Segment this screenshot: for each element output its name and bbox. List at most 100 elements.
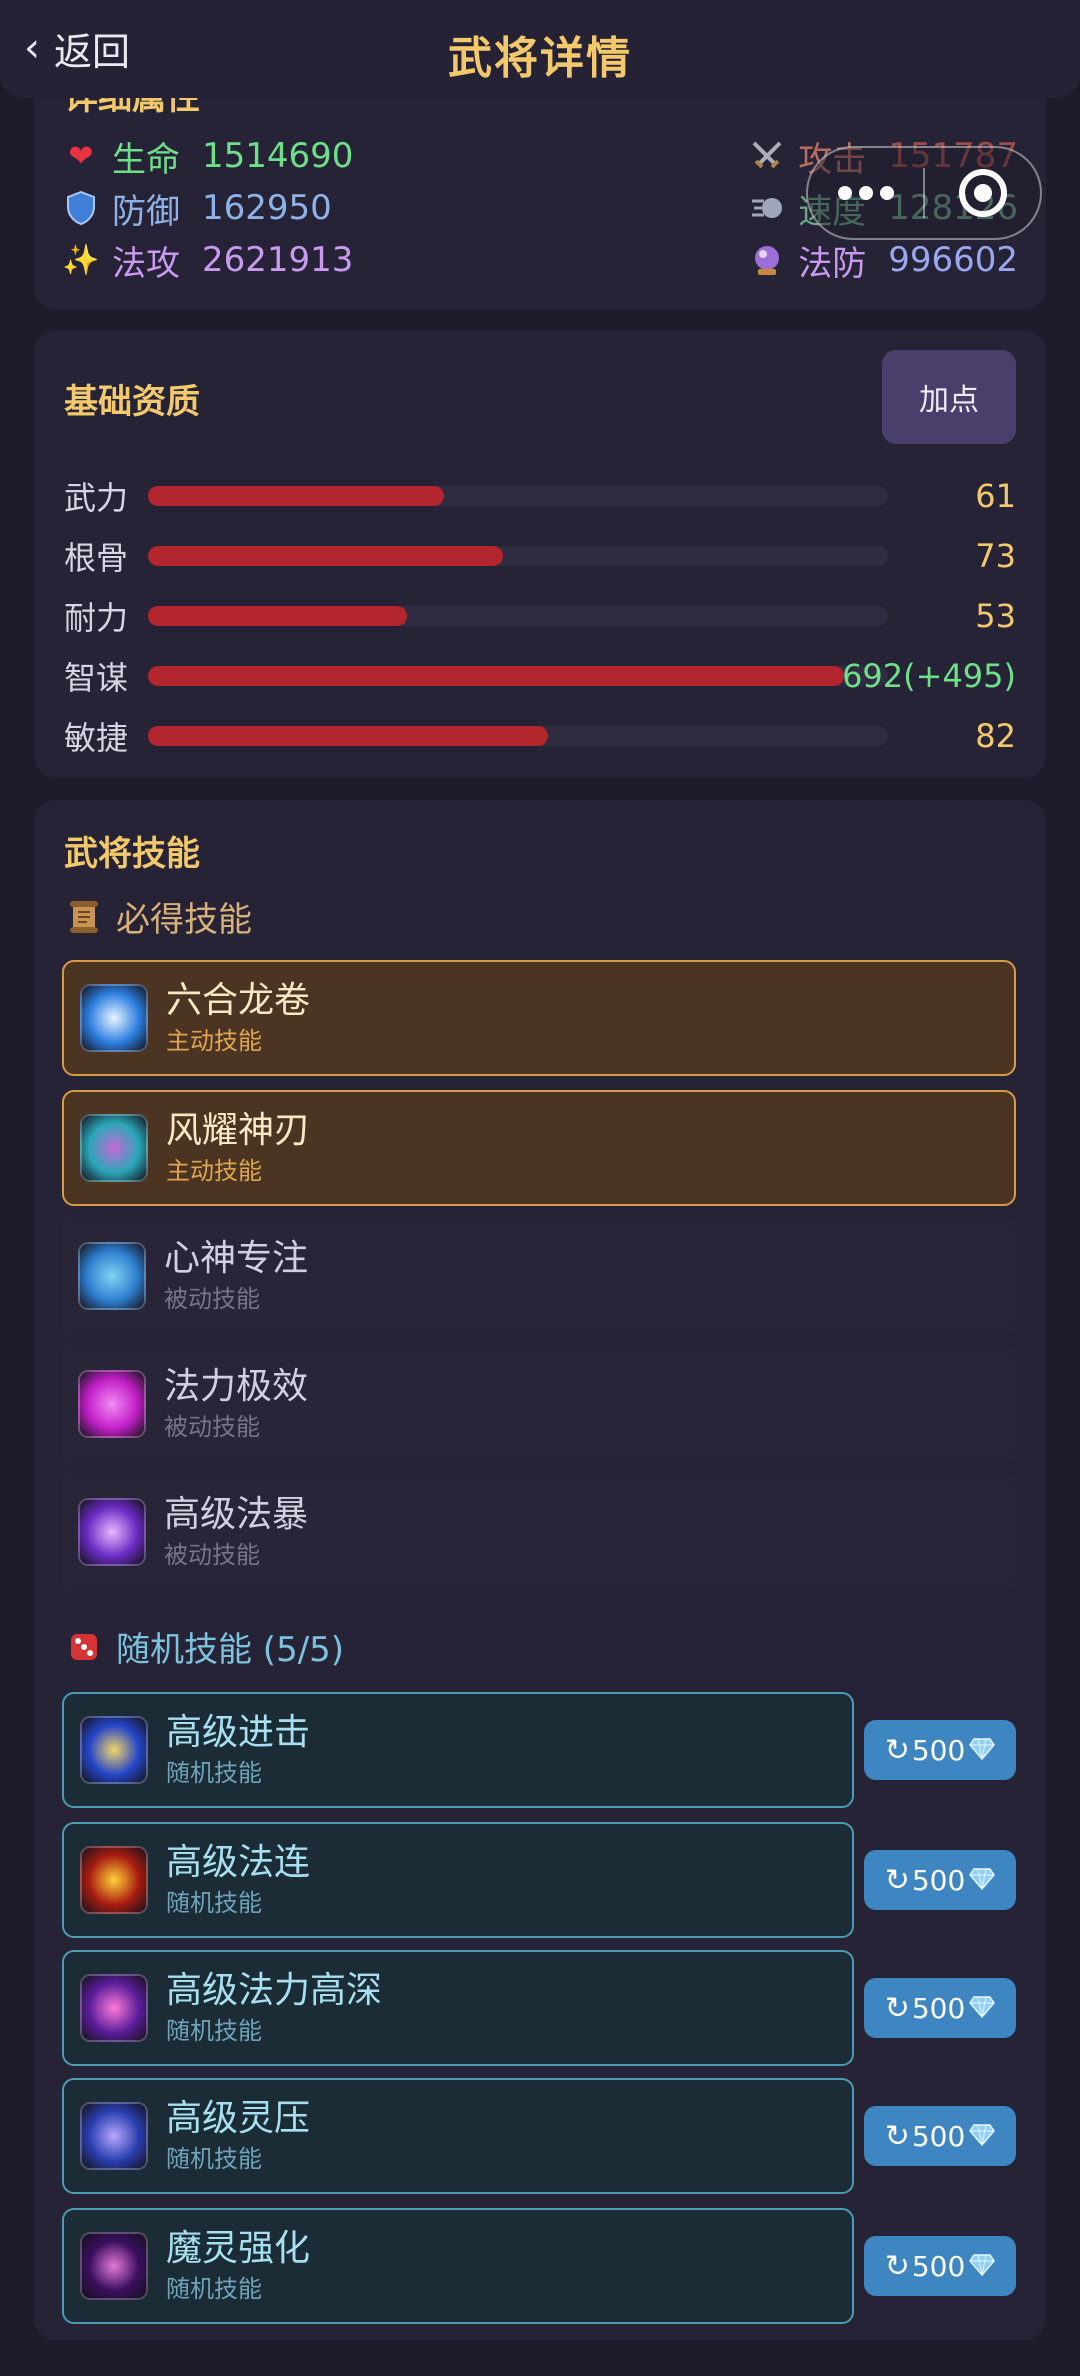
tornado-blade-icon (80, 1114, 148, 1182)
stat-name: 敏捷 (64, 719, 129, 757)
stat-value: 82 (975, 717, 1016, 755)
skill-row-must[interactable]: 风耀神刃 主动技能 (62, 1090, 1016, 1206)
skill-row-random[interactable]: 高级法连 随机技能 (62, 1822, 854, 1938)
skill-row-random[interactable]: 高级灵压 随机技能 (62, 2078, 854, 2194)
stat-row: 根骨 73 (64, 532, 1016, 580)
attr-magic-attack: ✨ 法攻 2621913 (62, 236, 353, 284)
skill-name: 魔灵强化 (166, 2228, 311, 2269)
skill-type: 随机技能 (166, 1889, 262, 1917)
crossed-swords-icon (748, 137, 786, 175)
diamond-icon (969, 2250, 996, 2283)
vortex-icon (80, 984, 148, 1052)
skill-row-random[interactable]: 高级法力高深 随机技能 (62, 1950, 854, 2066)
skill-name: 高级进击 (166, 1712, 311, 1753)
stat-value: 692(+495) (842, 657, 1016, 695)
attr-magic-defense: 法防 996602 (748, 236, 1018, 284)
stat-bar-track (148, 486, 888, 506)
stat-bar-fill (148, 486, 444, 506)
refresh-icon: ↻ (884, 2248, 910, 2284)
heart-icon: ❤ (68, 138, 94, 174)
more-dots-icon (837, 186, 852, 200)
skills-title: 武将技能 (64, 834, 200, 874)
skill-row-random[interactable]: 高级进击 随机技能 (62, 1692, 854, 1808)
stat-bar-fill (148, 546, 504, 566)
attr-label: 法防 (798, 243, 867, 284)
refresh-skill-button[interactable]: ↻ 500 (864, 2106, 1016, 2166)
refresh-skill-button[interactable]: ↻ 500 (864, 2236, 1016, 2296)
stat-value: 53 (975, 597, 1016, 635)
skill-texts: 高级法暴 被动技能 (164, 1492, 308, 1572)
stat-bar-track (148, 606, 888, 626)
page: ‹ 返回 武将详情 详细属性 ❤ 生命 1514690 防御 162950 ✨ … (0, 0, 1080, 2376)
refresh-skill-button[interactable]: ↻ 500 (864, 1720, 1016, 1780)
stat-bar-track (148, 666, 888, 686)
skill-texts: 高级进击 随机技能 (166, 1710, 310, 1790)
miniprogram-capsule (806, 146, 1042, 240)
refresh-cost: 500 (911, 1733, 966, 1767)
stat-bar-fill (148, 606, 407, 626)
add-points-button[interactable]: 加点 (882, 350, 1016, 444)
skill-type: 被动技能 (164, 1541, 260, 1569)
skill-row-passive[interactable]: 高级法暴 被动技能 (62, 1474, 1016, 1590)
skill-row-passive[interactable]: 法力极效 被动技能 (62, 1346, 1016, 1462)
fire-streak-icon (80, 1846, 148, 1914)
attr-label: 法攻 (112, 243, 180, 284)
refresh-icon: ↻ (884, 1990, 910, 2026)
refresh-cost: 500 (911, 2119, 966, 2153)
more-button[interactable] (808, 186, 923, 200)
dice-icon (64, 1627, 104, 1667)
more-dot (879, 186, 894, 200)
stat-bar-fill (148, 726, 548, 746)
refresh-cost: 500 (911, 1863, 966, 1897)
stat-row: 智谋 692(+495) (64, 652, 1016, 700)
skills-card: 武将技能 必得技能 六合龙卷 主动技能 风耀神刃 主动技能 心神专注 被动技能 法力极效 被动… (34, 800, 1046, 2340)
close-miniprogram-button[interactable] (925, 169, 1040, 217)
skill-row-random[interactable]: 魔灵强化 随机技能 (62, 2208, 854, 2324)
skill-type: 主动技能 (166, 1157, 262, 1185)
skill-row-passive[interactable]: 心神专注 被动技能 (62, 1218, 1016, 1334)
skill-texts: 高级法力高深 随机技能 (166, 1968, 382, 2048)
diamond-icon (969, 1992, 996, 2025)
page-title: 武将详情 (448, 33, 632, 84)
glowing-book-icon (80, 1974, 148, 2042)
attr-value: 162950 (202, 188, 332, 228)
dash-strike-icon (80, 1716, 148, 1784)
skill-texts: 法力极效 被动技能 (164, 1364, 308, 1444)
meditating-face-icon (78, 1242, 146, 1310)
refresh-skill-button[interactable]: ↻ 500 (864, 1978, 1016, 2038)
skill-type: 随机技能 (166, 2145, 262, 2173)
skill-name: 心神专注 (164, 1238, 309, 1279)
stat-bar-fill (148, 666, 844, 686)
skill-name: 法力极效 (164, 1366, 309, 1407)
skill-texts: 心神专注 被动技能 (164, 1236, 308, 1316)
crystal-ball-icon (748, 241, 786, 279)
stat-bar-track (148, 546, 888, 566)
spirit-beast-icon (80, 2102, 148, 2170)
refresh-skill-button[interactable]: ↻ 500 (864, 1850, 1016, 1910)
attr-value: 2621913 (202, 240, 354, 280)
shield-icon (62, 189, 100, 227)
diamond-icon (969, 1864, 996, 1897)
stat-row: 耐力 53 (64, 592, 1016, 640)
base-stats-card: 基础资质 加点 武力 61 根骨 73 耐力 53 智谋 692(+495) 敏捷 82 (34, 330, 1046, 778)
stat-name: 智谋 (64, 659, 129, 697)
demon-eye-icon (80, 2232, 148, 2300)
skill-texts: 六合龙卷 主动技能 (166, 978, 310, 1058)
refresh-icon: ↻ (884, 1862, 910, 1898)
skill-type: 主动技能 (166, 1027, 262, 1055)
diamond-icon (969, 2120, 996, 2153)
target-icon (958, 169, 1007, 217)
skill-texts: 风耀神刃 主动技能 (166, 1108, 310, 1188)
base-stats-title: 基础资质 (64, 382, 200, 422)
stat-name: 根骨 (64, 539, 129, 577)
refresh-icon: ↻ (884, 1732, 910, 1768)
more-dot (858, 186, 873, 200)
sparkle-icon: ✨ (62, 242, 100, 278)
skill-texts: 高级法连 随机技能 (166, 1840, 310, 1920)
stat-row: 武力 61 (64, 472, 1016, 520)
refresh-icon: ↻ (884, 2118, 910, 2154)
stat-value: 61 (975, 477, 1016, 515)
refresh-cost: 500 (911, 2249, 966, 2283)
skill-type: 随机技能 (166, 2017, 262, 2045)
skill-row-must[interactable]: 六合龙卷 主动技能 (62, 960, 1016, 1076)
